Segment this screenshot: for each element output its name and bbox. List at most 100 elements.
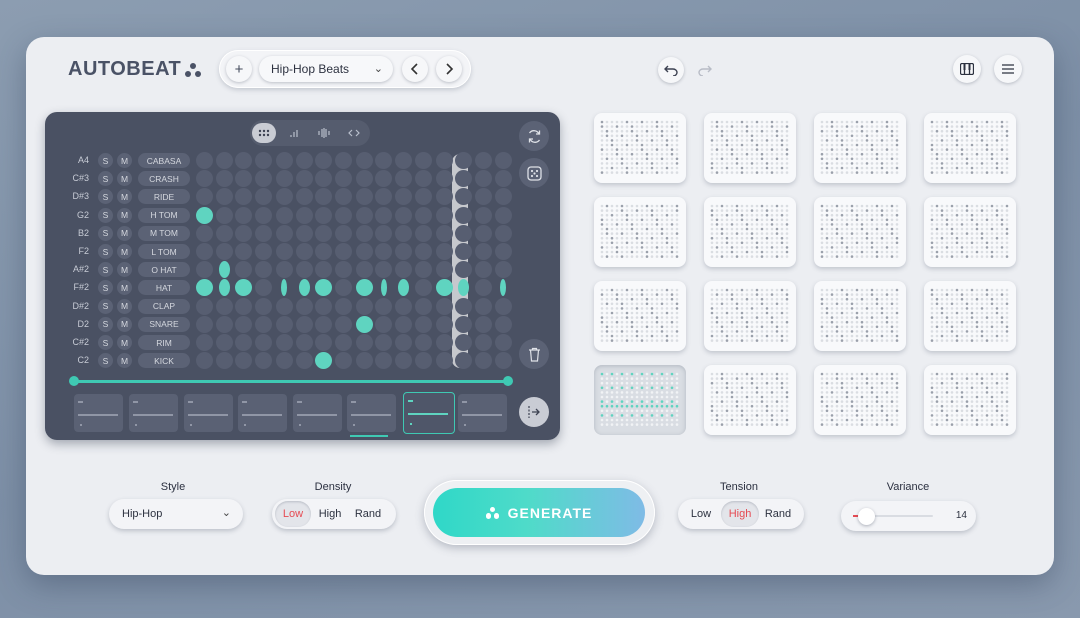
- step-cell[interactable]: [215, 315, 233, 333]
- solo-button[interactable]: S: [98, 171, 113, 187]
- step-cell[interactable]: [494, 352, 512, 370]
- step-cell[interactable]: [474, 334, 492, 351]
- step-cell[interactable]: [235, 152, 253, 169]
- step-cell[interactable]: [414, 243, 432, 260]
- step-cell[interactable]: [275, 334, 293, 351]
- instrument-label[interactable]: L TOM: [138, 244, 190, 259]
- mute-button[interactable]: M: [117, 225, 132, 241]
- step-cell[interactable]: [455, 206, 473, 224]
- step-cell-active[interactable]: [218, 261, 230, 279]
- step-cell[interactable]: [196, 315, 213, 333]
- step-cell[interactable]: [254, 224, 272, 242]
- step-cell[interactable]: [435, 152, 453, 169]
- step-cell[interactable]: [395, 261, 412, 279]
- bars-view-tab[interactable]: [282, 123, 306, 143]
- solo-button[interactable]: S: [98, 189, 113, 205]
- step-cell[interactable]: [235, 206, 253, 224]
- step-cell[interactable]: [414, 279, 432, 297]
- pattern-tile[interactable]: [704, 197, 796, 267]
- step-cell[interactable]: [395, 170, 412, 188]
- step-cell[interactable]: [355, 243, 373, 260]
- step-cell[interactable]: [334, 170, 352, 188]
- solo-button[interactable]: S: [98, 353, 113, 369]
- step-cell[interactable]: [375, 315, 393, 333]
- step-cell[interactable]: [235, 334, 253, 351]
- bar-thumbnail[interactable]: [293, 394, 342, 432]
- step-cell[interactable]: [474, 243, 492, 260]
- step-cell[interactable]: [435, 334, 453, 351]
- step-cell[interactable]: [275, 170, 293, 188]
- step-cell[interactable]: [275, 224, 293, 242]
- step-cell[interactable]: [474, 315, 492, 333]
- step-cell[interactable]: [375, 188, 393, 206]
- code-view-tab[interactable]: [342, 123, 366, 143]
- step-cell[interactable]: [494, 315, 512, 333]
- step-cell[interactable]: [355, 297, 373, 315]
- step-cell[interactable]: [494, 334, 512, 351]
- step-cell[interactable]: [215, 297, 233, 315]
- step-cell[interactable]: [254, 334, 272, 351]
- step-cell[interactable]: [334, 261, 352, 279]
- step-cell[interactable]: [455, 261, 473, 279]
- menu-button[interactable]: [994, 55, 1022, 83]
- step-cell-active[interactable]: [315, 279, 333, 297]
- randomize-button[interactable]: [519, 158, 549, 188]
- step-cell[interactable]: [375, 206, 393, 224]
- step-cell[interactable]: [275, 315, 293, 333]
- step-cell[interactable]: [275, 261, 293, 279]
- instrument-label[interactable]: KICK: [138, 353, 190, 369]
- step-cell[interactable]: [196, 334, 213, 351]
- step-cell[interactable]: [254, 188, 272, 206]
- step-cell[interactable]: [275, 206, 293, 224]
- step-cell[interactable]: [375, 243, 393, 260]
- step-cell[interactable]: [215, 243, 233, 260]
- step-cell[interactable]: [414, 188, 432, 206]
- step-cell[interactable]: [435, 188, 453, 206]
- undo-button[interactable]: [658, 57, 684, 83]
- step-cell[interactable]: [414, 152, 432, 169]
- instrument-label[interactable]: CRASH: [138, 171, 190, 187]
- step-cell[interactable]: [315, 188, 333, 206]
- grid-view-tab[interactable]: [252, 123, 276, 143]
- instrument-label[interactable]: RIDE: [138, 189, 190, 205]
- step-cell[interactable]: [315, 170, 333, 188]
- step-cell[interactable]: [355, 206, 373, 224]
- mute-button[interactable]: M: [117, 353, 132, 369]
- step-cell[interactable]: [355, 261, 373, 279]
- generate-button[interactable]: GENERATE: [433, 488, 645, 537]
- pattern-tile[interactable]: [924, 197, 1016, 267]
- mute-button[interactable]: M: [117, 189, 132, 205]
- step-cell[interactable]: [235, 315, 253, 333]
- step-cell[interactable]: [474, 224, 492, 242]
- step-cell[interactable]: [474, 279, 492, 297]
- timeline-slider[interactable]: [69, 376, 513, 386]
- pattern-tile[interactable]: [594, 281, 686, 351]
- step-cell[interactable]: [474, 261, 492, 279]
- step-cell[interactable]: [474, 188, 492, 206]
- step-cell[interactable]: [474, 152, 492, 169]
- step-cell[interactable]: [355, 334, 373, 351]
- density-low-option[interactable]: Low: [275, 501, 311, 527]
- step-cell[interactable]: [254, 170, 272, 188]
- timeline-end-handle[interactable]: [503, 376, 513, 386]
- step-cell[interactable]: [494, 206, 512, 224]
- step-cell[interactable]: [295, 170, 313, 188]
- step-cell[interactable]: [254, 206, 272, 224]
- step-cell[interactable]: [375, 152, 393, 169]
- step-cell[interactable]: [315, 297, 333, 315]
- bar-thumbnail[interactable]: [458, 394, 507, 432]
- tension-high-option[interactable]: High: [721, 501, 759, 527]
- step-cell[interactable]: [295, 224, 313, 242]
- step-cell[interactable]: [375, 170, 393, 188]
- step-cell-active[interactable]: [298, 279, 310, 297]
- step-cell[interactable]: [455, 243, 473, 260]
- step-cell[interactable]: [235, 352, 253, 370]
- step-cell[interactable]: [355, 352, 373, 370]
- pattern-tile[interactable]: [594, 113, 686, 183]
- mute-button[interactable]: M: [117, 207, 132, 223]
- step-cell[interactable]: [196, 152, 213, 169]
- step-cell[interactable]: [375, 297, 393, 315]
- tension-rand-option[interactable]: Rand: [759, 501, 797, 527]
- step-cell[interactable]: [215, 334, 233, 351]
- step-cell[interactable]: [254, 352, 272, 370]
